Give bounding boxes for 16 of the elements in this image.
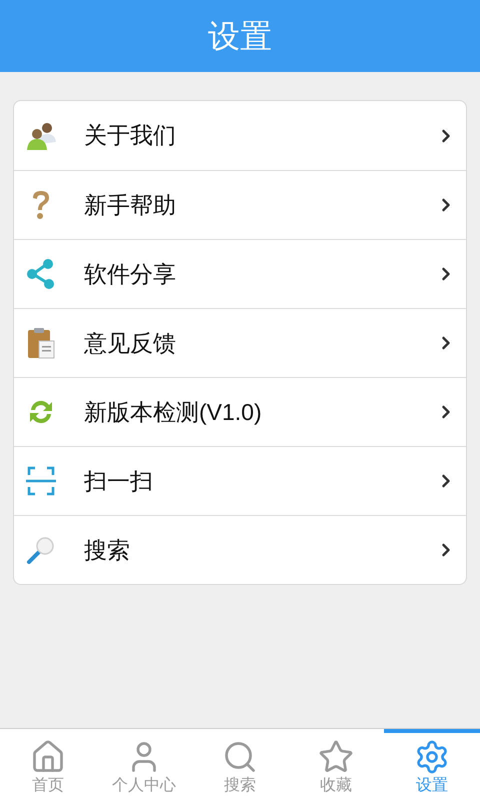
menu-item[interactable]: 新手帮助 <box>14 170 466 239</box>
settings-icon <box>414 739 450 775</box>
question-mark-icon <box>30 189 52 221</box>
star-icon <box>318 739 354 775</box>
clipboard-icon <box>26 327 56 359</box>
menu-item[interactable]: 扫一扫 <box>14 446 466 515</box>
menu-item[interactable]: 意见反馈 <box>14 308 466 377</box>
scan-icon <box>25 465 57 497</box>
menu-item[interactable]: 关于我们 <box>14 101 466 170</box>
share-icon <box>25 258 57 290</box>
search-icon <box>222 739 258 775</box>
home-icon <box>30 739 66 775</box>
menu-item[interactable]: 软件分享 <box>14 239 466 308</box>
menu-item[interactable]: 新版本检测(V1.0) <box>14 377 466 446</box>
header-title: 设置 <box>208 17 272 56</box>
menu-item[interactable]: 搜索 <box>14 515 466 584</box>
